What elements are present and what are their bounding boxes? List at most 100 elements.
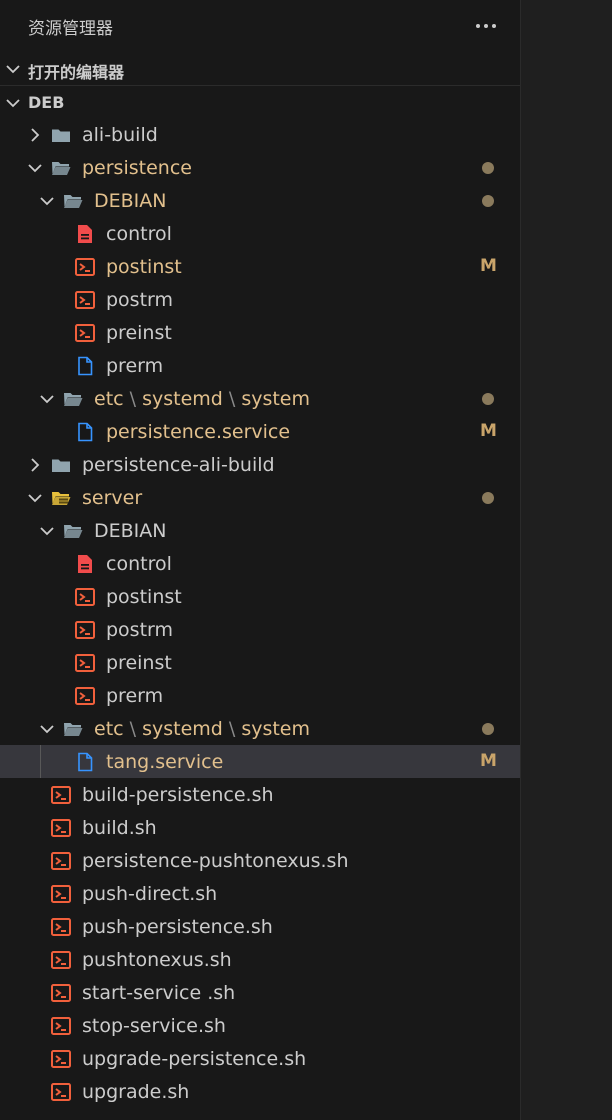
tree-file-start-service-sh[interactable]: start-service .sh: [0, 976, 520, 1009]
git-status-badge: M: [480, 421, 497, 441]
tree-file-postrm[interactable]: postrm: [0, 283, 520, 316]
modified-dot-icon: [482, 723, 494, 735]
tree-item-label: postrm: [106, 289, 174, 311]
folder-icon: [52, 459, 70, 472]
file-icon: [78, 422, 93, 442]
path-separator: \: [222, 718, 242, 740]
tree-file-control[interactable]: control: [0, 547, 520, 580]
tree-folder-debian[interactable]: DEBIAN: [0, 184, 520, 217]
section-open-editors[interactable]: 打开的编辑器: [0, 52, 520, 85]
tree-item-label: start-service .sh: [82, 982, 236, 1004]
chevron-down-icon: [6, 99, 20, 108]
file-icon: [78, 752, 93, 772]
tree-item-label: pushtonexus.sh: [82, 949, 232, 971]
tree-file-postinst[interactable]: postinst: [0, 580, 520, 613]
chevron-down-icon[interactable]: [38, 522, 56, 540]
tree-file-persistence-pushtonexus-sh[interactable]: persistence-pushtonexus.sh: [0, 844, 520, 877]
tree-file-control[interactable]: control: [0, 217, 520, 250]
tree-item-label: stop-service.sh: [82, 1015, 226, 1037]
explorer-title-bar: 资源管理器: [0, 0, 520, 52]
tree-item-label: prerm: [106, 685, 164, 707]
chevron-down-icon[interactable]: [38, 192, 56, 210]
tree-folder-ali-build[interactable]: ali-build: [0, 118, 520, 151]
tree-item-label: persistence.service: [106, 421, 291, 443]
tree-item-label: persistence-ali-build: [82, 454, 275, 476]
tree-item-label: etc \ systemd \ system: [94, 718, 310, 740]
tree-folder-persistence[interactable]: persistence: [0, 151, 520, 184]
control-file-icon: [78, 555, 92, 573]
tree-item-label: postinst: [106, 256, 182, 278]
shell-script-icon: [51, 984, 71, 1002]
path-segment: etc: [94, 388, 124, 410]
tree-file-persistence-service[interactable]: persistence.service M: [0, 415, 520, 448]
tree-file-prerm[interactable]: prerm: [0, 349, 520, 382]
tree-item-label: prerm: [106, 355, 164, 377]
tree-file-preinst[interactable]: preinst: [0, 316, 520, 349]
tree-file-stop-service-sh[interactable]: stop-service.sh: [0, 1009, 520, 1042]
tree-item-label: postinst: [106, 586, 182, 608]
modified-dot-icon: [482, 492, 494, 504]
tree-file-upgrade-sh[interactable]: upgrade.sh: [0, 1075, 520, 1108]
tree-file-postrm[interactable]: postrm: [0, 613, 520, 646]
shell-script-icon: [51, 1017, 71, 1035]
path-separator: \: [123, 718, 143, 740]
tree-item-label: upgrade.sh: [82, 1081, 190, 1103]
tree-folder-etc[interactable]: etc \ systemd \ system: [0, 712, 520, 745]
tree-file-pushtonexus-sh[interactable]: pushtonexus.sh: [0, 943, 520, 976]
chevron-right-icon[interactable]: [26, 456, 44, 474]
chevron-down-icon[interactable]: [38, 390, 56, 408]
shell-script-icon: [75, 324, 95, 342]
tree-file-prerm[interactable]: prerm: [0, 679, 520, 712]
file-icon: [78, 356, 93, 376]
tree-item-label: control: [106, 553, 172, 575]
chevron-down-icon[interactable]: [38, 720, 56, 738]
chevron-down-icon[interactable]: [26, 159, 44, 177]
tree-item-label: etc \ systemd \ system: [94, 388, 310, 410]
modified-dot-icon: [482, 393, 494, 405]
shell-script-icon: [75, 654, 95, 672]
shell-script-icon: [51, 786, 71, 804]
control-file-icon: [78, 225, 92, 243]
tree-item-label: persistence: [82, 157, 192, 179]
shell-script-icon: [75, 687, 95, 705]
tree-item-label: push-direct.sh: [82, 883, 218, 905]
folder-open-icon: [64, 525, 83, 538]
tree-file-preinst[interactable]: preinst: [0, 646, 520, 679]
shell-script-icon: [51, 852, 71, 870]
explorer-panel: 资源管理器 打开的编辑器 DEB ali-build persistence DEB…: [0, 0, 520, 1120]
ellipsis-icon[interactable]: [472, 16, 500, 36]
tree-file-push-persistence-sh[interactable]: push-persistence.sh: [0, 910, 520, 943]
chevron-right-icon[interactable]: [26, 126, 44, 144]
chevron-down-icon[interactable]: [26, 489, 44, 507]
tree-file-build-persistence-sh[interactable]: build-persistence.sh: [0, 778, 520, 811]
tree-file-upgrade-persistence-sh[interactable]: upgrade-persistence.sh: [0, 1042, 520, 1075]
tree-item-label: preinst: [106, 322, 172, 344]
shell-script-icon: [75, 588, 95, 606]
tree-item-label: preinst: [106, 652, 172, 674]
tree-file-postinst[interactable]: postinst M: [0, 250, 520, 283]
tree-folder-server[interactable]: server: [0, 481, 520, 514]
tree-item-label: ali-build: [82, 124, 158, 146]
tree-item-label: postrm: [106, 619, 174, 641]
folder-open-icon: [64, 393, 83, 406]
tree-folder-etc[interactable]: etc \ systemd \ system: [0, 382, 520, 415]
shell-script-icon: [51, 885, 71, 903]
indent-guide: [40, 745, 41, 778]
path-segment: system: [241, 718, 311, 740]
tree-file-push-direct-sh[interactable]: push-direct.sh: [0, 877, 520, 910]
git-status-badge: M: [480, 751, 497, 771]
tree-folder-persistence-ali-build[interactable]: persistence-ali-build: [0, 448, 520, 481]
tree-item-label: push-persistence.sh: [82, 916, 273, 938]
section-root-deb[interactable]: DEB: [0, 85, 520, 119]
tree-folder-debian[interactable]: DEBIAN: [0, 514, 520, 547]
tree-file-tang-service[interactable]: tang.service M: [0, 745, 520, 778]
path-separator: \: [222, 388, 242, 410]
shell-script-icon: [51, 1050, 71, 1068]
section-label: DEB: [28, 93, 65, 112]
tree-file-build-sh[interactable]: build.sh: [0, 811, 520, 844]
tree-item-label: upgrade-persistence.sh: [82, 1048, 307, 1070]
tree-item-label: build.sh: [82, 817, 157, 839]
folder-open-icon: [52, 162, 71, 175]
tree-item-label: persistence-pushtonexus.sh: [82, 850, 349, 872]
section-label: 打开的编辑器: [28, 63, 125, 82]
